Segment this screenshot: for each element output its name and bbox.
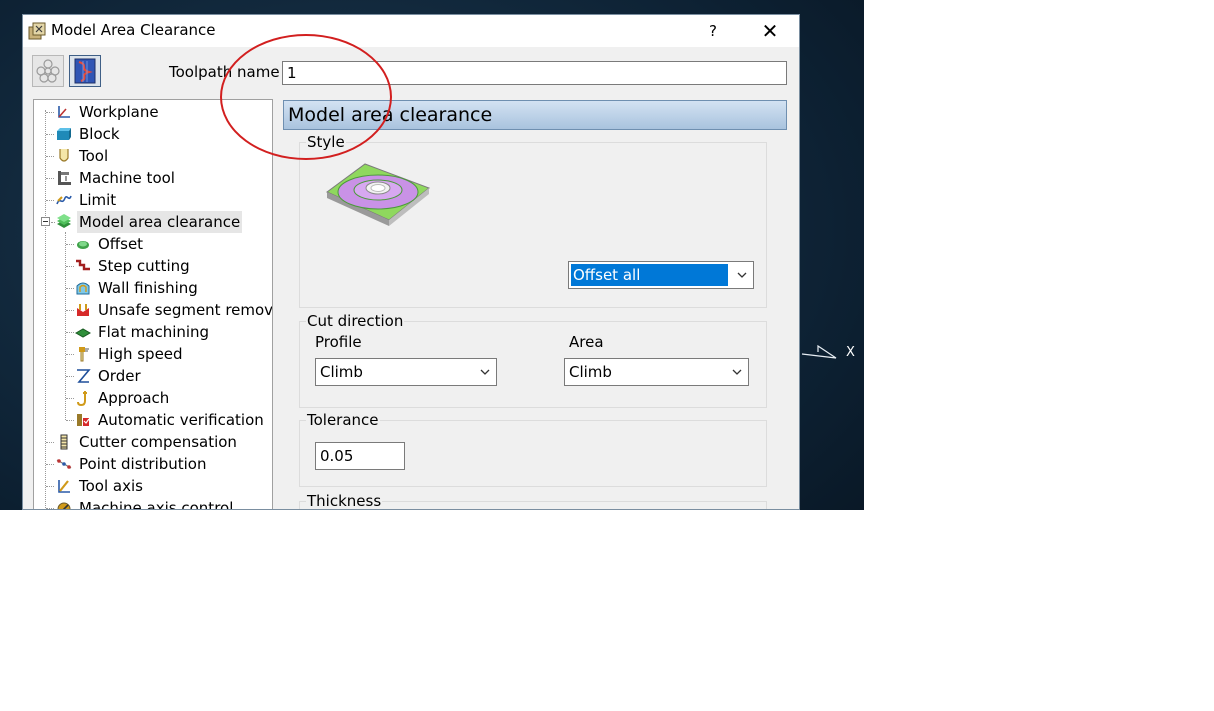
- tree-connector: [46, 508, 54, 509]
- approach-icon: [77, 391, 87, 406]
- tree-item-label: Order: [98, 367, 141, 385]
- style-label: Style: [306, 133, 346, 151]
- area-select-value: Climb: [569, 363, 612, 381]
- step-cutting-icon: [76, 259, 90, 271]
- tree-item-label: Offset: [98, 235, 144, 253]
- cutter-compensation-icon: [60, 434, 68, 450]
- window-title: Model Area Clearance: [51, 21, 216, 39]
- tree-item-label: High speed: [98, 345, 183, 363]
- tolerance-input[interactable]: [315, 442, 405, 470]
- close-button[interactable]: ✕: [753, 19, 787, 43]
- toolpath-preview-button[interactable]: [69, 55, 101, 87]
- tool-axis-icon: [58, 480, 70, 493]
- order-icon: [77, 369, 91, 383]
- tree-connector: [66, 310, 74, 311]
- automatic-verification-icon: [77, 414, 90, 426]
- profile-select-value: Climb: [320, 363, 363, 381]
- machine-axis-control-icon: [57, 502, 71, 509]
- point-distribution-icon: [56, 459, 72, 469]
- workplane-icon: [58, 106, 70, 118]
- help-button[interactable]: ?: [699, 19, 727, 43]
- tree-connector: [66, 376, 74, 377]
- limit-icon: [56, 195, 72, 205]
- tree-item-label: Tool: [79, 147, 109, 165]
- tree-item-label: Block: [79, 125, 120, 143]
- thickness-label: Thickness: [306, 492, 383, 510]
- model-area-clearance-icon: [57, 214, 71, 228]
- tree-connector: [66, 420, 74, 421]
- strategy-tree[interactable]: Workplane Block Tool Machine tool Limit …: [33, 99, 273, 510]
- model-area-clearance-dialog: Model Area Clearance ? ✕ Toolpath name 1…: [22, 14, 800, 510]
- tree-item-label: Flat machining: [98, 323, 210, 341]
- tree-item-label: Workplane: [79, 103, 159, 121]
- tree-connector: [66, 266, 74, 267]
- tree-item-label: Automatic verification: [98, 411, 264, 429]
- x-axis-label: X: [846, 345, 855, 360]
- style-select[interactable]: Offset all: [568, 261, 754, 289]
- chevron-down-icon: [732, 369, 742, 375]
- tree-connector: [46, 486, 54, 487]
- tree-connector: [66, 244, 74, 245]
- block-icon: [57, 128, 71, 140]
- profile-select[interactable]: Climb: [315, 358, 497, 386]
- tree-item-label: Model area clearance: [77, 211, 243, 233]
- tree-item-label: Machine tool: [79, 169, 175, 187]
- tree-connector: [66, 332, 74, 333]
- strategy-icon: [36, 59, 60, 83]
- tree-item-label: Unsafe segment removal: [98, 301, 273, 319]
- high-speed-icon: [79, 347, 89, 362]
- app-icon: [28, 22, 46, 40]
- tolerance-label: Tolerance: [306, 411, 380, 429]
- wall-finishing-icon: [76, 282, 90, 295]
- tree-item-label: Wall finishing: [98, 279, 198, 297]
- tree-connector: [65, 232, 66, 420]
- tree-connector: [46, 112, 54, 113]
- tree-connector: [46, 156, 54, 157]
- offset-icon: [77, 241, 89, 249]
- profile-label: Profile: [315, 333, 362, 351]
- offset-all-style-preview-icon: [326, 163, 430, 226]
- tree-item-label: Machine axis control: [79, 499, 234, 510]
- title-bar[interactable]: Model Area Clearance ? ✕: [23, 15, 799, 47]
- tree-connector: [46, 134, 54, 135]
- chevron-down-icon: [737, 272, 747, 278]
- tree-item-label: Tool axis: [79, 477, 143, 495]
- x-axis-arrow-icon: [801, 344, 837, 359]
- tree-connector: [66, 288, 74, 289]
- toolpath-name-input[interactable]: [282, 61, 787, 85]
- chevron-down-icon: [480, 369, 490, 375]
- tool-icon: [59, 149, 69, 162]
- tree-connector: [45, 110, 46, 509]
- area-select[interactable]: Climb: [564, 358, 749, 386]
- tree-item-label: Point distribution: [79, 455, 207, 473]
- flat-machining-icon: [75, 328, 91, 338]
- area-label: Area: [569, 333, 604, 351]
- tree-connector: [46, 442, 54, 443]
- tree-connector: [66, 354, 74, 355]
- tree-connector: [46, 178, 54, 179]
- tree-connector: [46, 200, 54, 201]
- unsafe-segment-icon: [77, 304, 89, 316]
- strategy-button[interactable]: [32, 55, 64, 87]
- tree-item-label: Step cutting: [98, 257, 190, 275]
- toolpath-name-label: Toolpath name: [169, 63, 280, 81]
- style-select-value: Offset all: [571, 264, 728, 286]
- tree-connector: [66, 398, 74, 399]
- tree-connector: [51, 222, 55, 223]
- toolpath-preview-icon: [74, 58, 96, 84]
- collapse-toggle[interactable]: [41, 217, 50, 226]
- tree-item-label: Approach: [98, 389, 170, 407]
- tree-item-label: Cutter compensation: [79, 433, 237, 451]
- machine-tool-icon: [58, 171, 71, 185]
- section-header: Model area clearance: [283, 100, 787, 130]
- tree-connector: [46, 464, 54, 465]
- tree-item-label: Limit: [79, 191, 117, 209]
- cut-direction-label: Cut direction: [306, 312, 405, 330]
